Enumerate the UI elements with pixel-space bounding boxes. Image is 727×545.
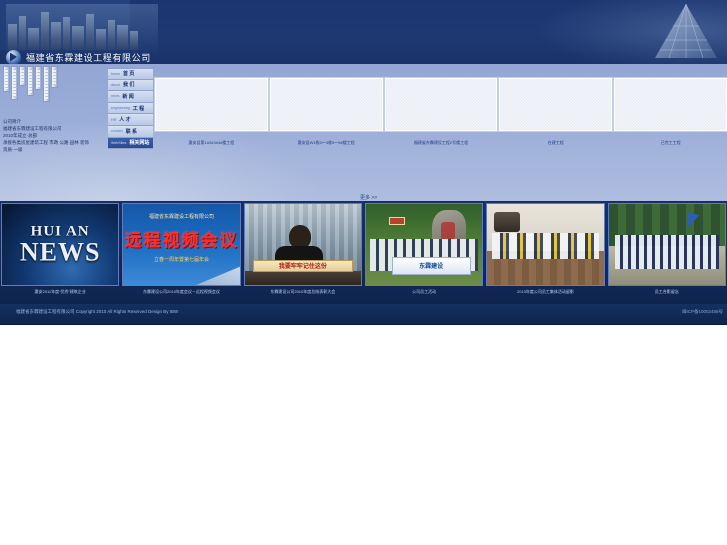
main-navigation: home 首 页 about 我 们 news 新 闻 engineering … [108,68,153,150]
nav-label-cn: 新 闻 [122,93,134,100]
project-thumbnail[interactable] [154,77,269,132]
gallery-caption: 惠安2011年度“优秀”建筑企业 [34,289,86,294]
footer-divider [0,324,727,325]
thumbnail-caption: 福建省东霖建设工程2号楼工程 [413,140,469,145]
gallery-caption: 2010年度公司员工集体活动留影 [517,289,574,294]
nav-item-home[interactable]: home 首 页 [108,68,153,80]
nav-label-cn: 我 们 [123,82,135,89]
nav-item-about[interactable]: about 我 们 [108,79,153,92]
tower-graphics-image [2,66,60,114]
nav-label-cn: 首 页 [123,71,135,78]
project-thumbnail[interactable] [383,77,499,132]
gallery-item[interactable]: 福建省东霖建设工程有限公司 远程视频会议 立春一周年暨第七届年会 东霖建设公司2… [122,203,241,299]
project-thumbnail[interactable] [268,77,384,132]
nav-label-cn: 相关网站 [129,140,150,147]
nav-label-en: engineering [111,106,130,111]
intro-line: 福建省东霖建设工程有限公司 [3,126,62,131]
gallery-caption: 东霖建设公司2010年度总结表彰大会 [270,289,336,294]
nav-label-en: news [111,94,120,99]
gallery-item[interactable]: 东霖建设 公司员工活动 [364,203,484,299]
thumbnail-caption-row: 惠安县第1#2#3#4#楼工程 惠安县W1栋3～3栋5～9#楼工程 福建省东霖建… [155,140,727,146]
photo-gallery: HUI AN NEWS 惠安2011年度“优秀”建筑企业 福建省东霖建设工程有限… [0,203,727,299]
project-thumbnail[interactable] [613,77,727,132]
gallery-item[interactable]: HUI AN NEWS 惠安2011年度“优秀”建筑企业 [1,203,120,299]
nav-item-hr[interactable]: HR 人 才 [108,114,153,126]
gallery-item[interactable]: 我要牢牢记住这份 东霖建设公司2010年度总结表彰大会 [243,203,362,299]
staff-lineup-image[interactable] [607,203,726,286]
intro-line: 2010年成立·总部 [3,133,38,138]
thumbnail-caption: 惠安县W1栋3～3栋5～9#楼工程 [297,140,355,145]
gallery-caption: 东霖建设公司2010年度会议－远程视频会议 [143,289,220,294]
project-thumbnail[interactable] [498,77,614,132]
city-skyline-image [6,4,158,56]
intro-line: 公司简介 [3,119,21,124]
conference-title: 远程视频会议 [124,231,239,250]
thumbnail-caption: 惠安县第1#2#3#4#楼工程 [188,140,235,145]
gallery-caption: 员工合影留念 [654,289,679,294]
site-footer: 福建省东霖建设工程有限公司 Copyright 2010 All Rights … [0,304,727,324]
more-link[interactable]: 更多 >> [360,194,377,201]
company-intro-text: 公司简介 福建省东霖建设工程有限公司 2010年成立·总部 承接各类房屋建筑工程… [3,118,103,153]
section-label: 工程展示 [155,69,180,75]
company-name: 福建省东霖建设工程有限公司 [26,52,151,63]
nav-label-en: HR [111,117,117,122]
nav-label-en: home [111,71,120,76]
video-conference-image[interactable]: 福建省东霖建设工程有限公司 远程视频会议 立春一周年暨第七届年会 [122,203,241,286]
copyright-text: 福建省东霖建设工程有限公司 Copyright 2010 All Rights … [16,309,179,314]
intro-line: 资质·一级 [3,147,23,152]
nav-label-cn: 人 才 [119,117,131,124]
glass-pyramid-image [655,3,717,59]
thumbnail-caption: 在建工程 [547,140,564,145]
conference-footer: 立春一周年暨第七届年会 [153,257,209,263]
hui-an-news-image[interactable]: HUI AN NEWS [1,203,120,286]
company-logo-icon [6,49,21,64]
gallery-caption: 公司员工活动 [412,289,437,294]
nav-item-engineering[interactable]: engineering 工 程 [108,102,153,115]
outdoor-group-image[interactable]: 东霖建设 [364,203,484,286]
nav-item-websites[interactable]: WebSites 相关网站 [108,137,153,150]
project-showcase: 工程展示 惠安县第1#2#3#4#楼工程 惠安县W1栋3～3栋5～9#楼工程 福… [153,66,727,156]
speaker-podium-image[interactable]: 我要牢牢记住这份 [243,203,362,286]
nav-item-news[interactable]: news 新 闻 [108,91,153,103]
nav-label-en: WebSites [111,140,127,145]
conference-subtitle: 福建省东霖建设工程有限公司 [148,214,214,220]
podium-banner-text: 我要牢牢记住这份 [252,260,353,272]
thumbnail-row [154,77,727,141]
nav-label-en: about [111,82,120,87]
site-header: 福建省东霖建设工程有限公司 [0,0,727,64]
icp-license-text: 闽ICP备10002456号 [681,309,723,314]
left-column: 公司简介 福建省东霖建设工程有限公司 2010年成立·总部 承接各类房屋建筑工程… [0,64,106,201]
news-line-2: NEWS [19,237,101,266]
thumbnail-caption: 已完工工程 [660,140,681,145]
group-banner-text: 东霖建设 [391,257,471,275]
page-root: 福建省东霖建设工程有限公司 公司简介 福建省东霖建设工程有限公司 2010年成立… [0,0,727,545]
gallery-item[interactable]: 员工合影留念 [607,203,726,299]
nav-label-cn: 联 系 [125,128,137,135]
nav-item-contact[interactable]: contact 联 系 [108,125,153,138]
nav-label-cn: 工 程 [132,105,145,112]
intro-line: 承接各类房屋建筑工程 市政 公路 园林 装饰 [3,140,89,145]
nav-label-en: contact [111,129,123,134]
indoor-group-image[interactable] [486,203,605,286]
gallery-item[interactable]: 2010年度公司员工集体活动留影 [486,203,605,299]
brand-block[interactable]: 福建省东霖建设工程有限公司 [6,49,306,64]
